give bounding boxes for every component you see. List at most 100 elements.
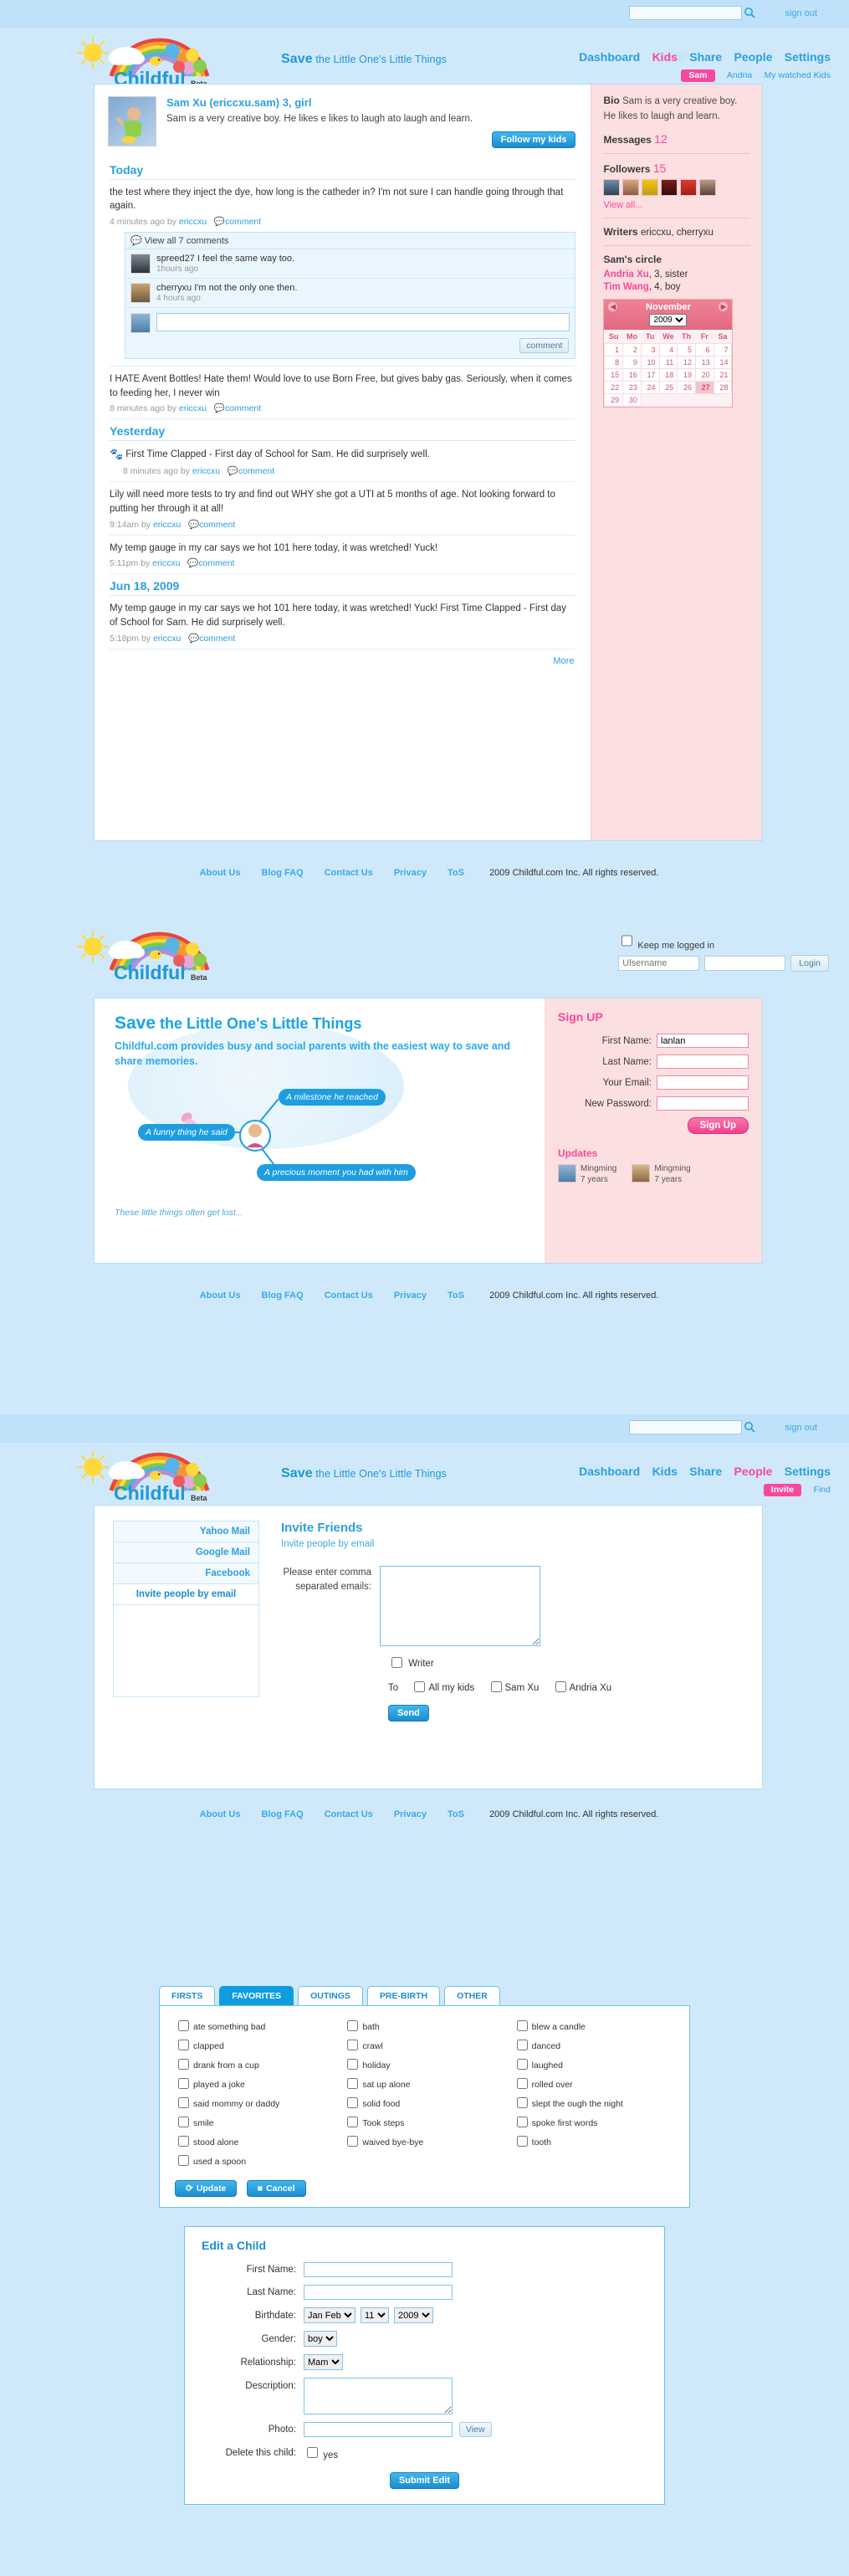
subnav-item-sam[interactable]: Sam [681,69,715,82]
calendar-day[interactable]: 21 [713,367,733,382]
footer-link-blog-faq[interactable]: Blog FAQ [262,1291,304,1301]
sign-out-link[interactable]: sign out [785,1423,817,1433]
username-input[interactable] [618,956,700,971]
milestone-checkbox-item[interactable]: said mommy or daddy [175,2095,335,2111]
invite-email-textarea[interactable] [380,1566,540,1646]
tab-favorites[interactable]: FAVORITES [219,1986,294,2005]
circle-member-name[interactable]: Tim Wang [603,282,648,292]
calendar-year-select-wrap[interactable]: 2009 [604,313,732,326]
calendar-day[interactable]: 26 [677,380,696,394]
milestone-checkbox-item[interactable]: blew a candle [514,2018,674,2034]
follower-thumb[interactable] [680,178,698,196]
search-input[interactable] [629,1420,742,1434]
calendar-day-today[interactable]: 27 [694,380,714,394]
milestone-checkbox-item[interactable]: played a joke [175,2076,335,2091]
calendar-day[interactable]: 3 [640,342,660,357]
milestone-checkbox-item[interactable]: used a spoon [175,2153,335,2168]
edit-description-textarea[interactable] [304,2378,453,2414]
subnav-item-invite[interactable]: Invite [763,1484,802,1496]
milestone-checkbox-item[interactable]: Took steps [344,2114,504,2130]
calendar-day[interactable]: 8 [604,355,624,369]
post-author-link[interactable]: ericcxu [153,634,181,644]
milestone-checkbox-item[interactable]: laughed [514,2056,674,2072]
keep-logged-in-checkbox[interactable] [621,933,633,948]
invite-source-google-mail[interactable]: Google Mail [113,1542,259,1563]
milestone-checkbox-item[interactable]: holiday [344,2056,504,2072]
sign-up-button[interactable]: Sign Up [687,1117,749,1134]
tab-outings[interactable]: OUTINGS [298,1986,363,2005]
search-input[interactable] [629,6,742,20]
milestone-checkbox-item[interactable]: waived bye-bye [344,2133,504,2149]
follower-thumb[interactable] [603,178,621,196]
edit-gender-select[interactable]: boy [304,2331,337,2347]
milestone-checkbox[interactable] [347,2040,359,2050]
to-all-my-kids-checkbox[interactable] [414,1681,426,1692]
subnav-item-watched-kids[interactable]: My watched Kids [765,70,831,80]
calendar-day[interactable]: 18 [658,367,678,382]
nav-item-people[interactable]: People [734,1465,773,1478]
milestone-checkbox[interactable] [178,2155,189,2166]
milestone-checkbox[interactable] [178,2117,189,2127]
footer-link-privacy[interactable]: Privacy [394,1291,427,1301]
calendar-day[interactable]: 4 [658,342,678,357]
milestone-checkbox[interactable] [516,2117,528,2127]
nav-item-settings[interactable]: Settings [785,1465,831,1478]
subnav-item-find[interactable]: Find [814,1485,831,1495]
post-author-link[interactable]: ericcxu [152,558,180,568]
footer-link-tos[interactable]: ToS [448,1809,464,1819]
follower-thumb[interactable] [622,178,640,196]
footer-link-blog-faq[interactable]: Blog FAQ [262,1809,304,1819]
nav-item-people[interactable]: People [734,50,773,64]
milestone-checkbox[interactable] [347,2117,359,2127]
milestone-checkbox-item[interactable]: bath [344,2018,504,2034]
milestone-checkbox-item[interactable]: rolled over [514,2076,674,2091]
comment-avatar[interactable] [130,254,151,275]
tab-other[interactable]: OTHER [444,1986,500,2005]
milestone-checkbox-item[interactable]: spoke first words [514,2114,674,2130]
calendar-day[interactable]: 19 [677,367,696,382]
calendar-day[interactable]: 10 [640,355,660,369]
calendar-day[interactable]: 16 [622,367,642,382]
circle-member-name[interactable]: Andria Xu [603,269,648,280]
milestone-checkbox[interactable] [516,2136,528,2147]
signup-email-input[interactable] [657,1075,749,1090]
nav-item-dashboard[interactable]: Dashboard [579,1465,640,1478]
cancel-button[interactable]: ■ Cancel [246,2180,306,2197]
childful-logo[interactable]: Childful Beta [65,30,245,90]
milestone-checkbox-item[interactable]: danced [514,2037,674,2053]
footer-link-tos[interactable]: ToS [448,868,464,878]
follow-my-kids-button[interactable]: Follow my kids [491,131,576,148]
post-author-link[interactable]: ericcxu [179,403,207,413]
photo-view-button[interactable]: View [459,2422,492,2437]
calendar-day[interactable]: 7 [713,342,733,357]
calendar-year-select[interactable]: 2009 [649,313,688,326]
nav-item-settings[interactable]: Settings [785,50,831,64]
signup-first-name-input[interactable] [657,1034,749,1048]
to-andria-xu-checkbox[interactable] [555,1681,566,1692]
edit-relationship-select[interactable]: Mam [304,2354,343,2370]
tab-firsts[interactable]: FIRSTS [159,1986,216,2005]
followers-view-all-link[interactable]: View all... [603,200,642,210]
submit-edit-button[interactable]: Submit Edit [389,2472,460,2489]
update-button[interactable]: ⟳ Update [175,2180,238,2197]
invite-source-email[interactable]: Invite people by email [113,1583,259,1605]
more-link[interactable]: More [553,656,574,666]
search-icon[interactable] [744,7,755,18]
footer-link-about-us[interactable]: About Us [200,1291,241,1301]
milestone-checkbox-item[interactable]: tooth [514,2133,674,2149]
footer-link-contact-us[interactable]: Contact Us [325,1809,373,1819]
follower-thumb[interactable] [642,178,659,196]
post-author-link[interactable]: ericcxu [179,217,207,227]
edit-birthdate-year-select[interactable]: 2009 [394,2307,433,2323]
post-comment-link[interactable]: comment [199,634,235,644]
calendar-day[interactable]: 5 [677,342,696,357]
footer-link-blog-faq[interactable]: Blog FAQ [262,868,304,878]
nav-item-share[interactable]: Share [689,1465,722,1478]
calendar-day[interactable]: 30 [622,393,642,407]
footer-link-privacy[interactable]: Privacy [394,868,427,878]
milestone-checkbox[interactable] [516,2059,528,2070]
milestone-checkbox-item[interactable]: solid food [344,2095,504,2111]
sign-out-link[interactable]: sign out [785,8,817,18]
chevron-right-icon[interactable]: ▶ [719,301,729,311]
post-comment-link[interactable]: comment [198,558,234,568]
